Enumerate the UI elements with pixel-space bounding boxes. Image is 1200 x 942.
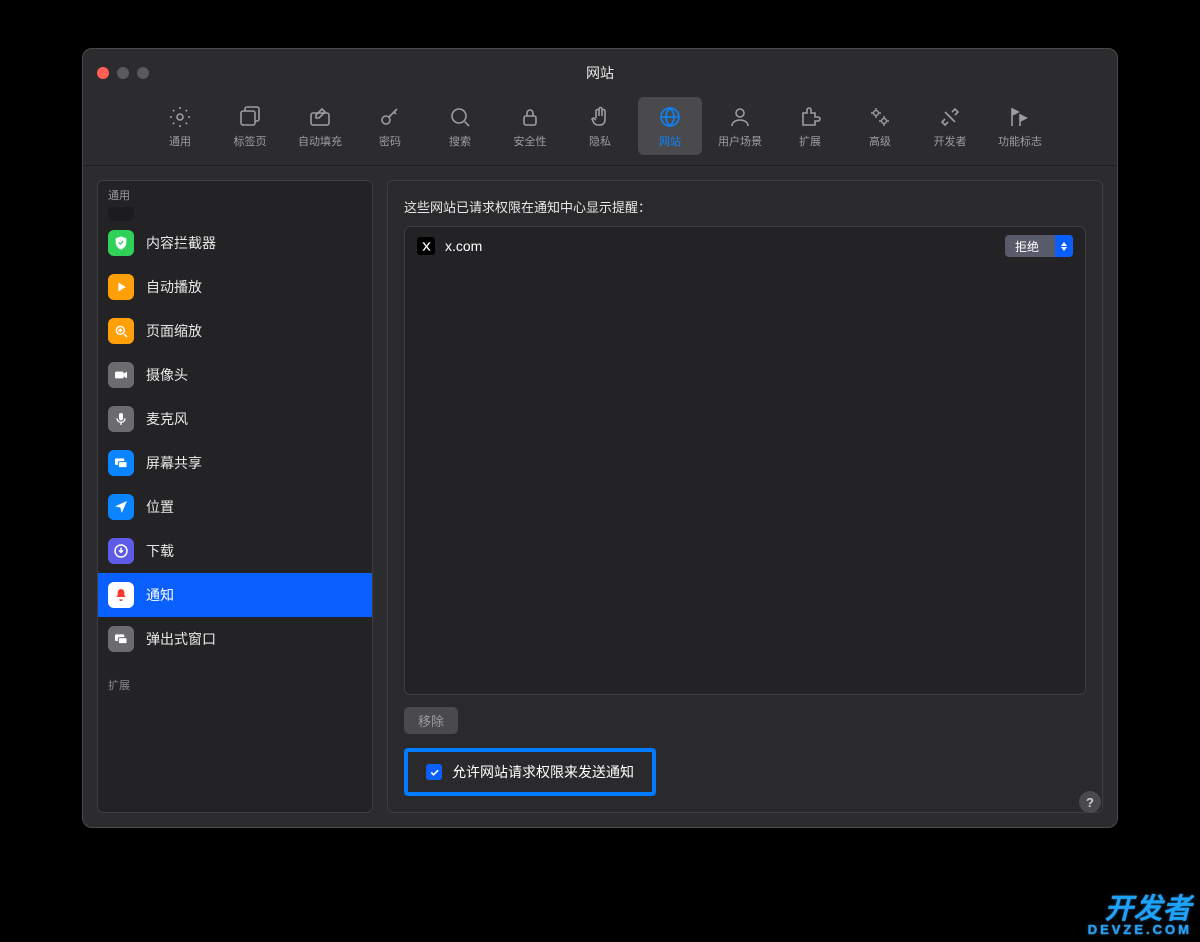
sidebar-item-autoplay[interactable]: 自动播放 (98, 265, 372, 309)
site-row[interactable]: x.com 拒绝 (405, 227, 1085, 265)
tab-label: 搜索 (449, 133, 471, 149)
sidebar-item-label: 摄像头 (146, 365, 188, 385)
tab-extensions[interactable]: 扩展 (778, 97, 842, 155)
hand-icon (588, 103, 612, 131)
tab-label: 功能标志 (998, 133, 1042, 149)
sidebar-item-truncated[interactable] (98, 207, 372, 221)
sidebar-section-general: 通用 (98, 181, 372, 207)
site-permission-value: 拒绝 (1005, 238, 1055, 255)
bell-icon (108, 582, 134, 608)
site-permission-select[interactable]: 拒绝 (1005, 235, 1073, 257)
toolbar: 通用 标签页 自动填充 密码 搜索 (83, 97, 1117, 166)
sidebar-item-label: 弹出式窗口 (146, 629, 216, 649)
sidebar-item-label: 页面缩放 (146, 321, 202, 341)
titlebar: 网站 (83, 49, 1117, 97)
tab-label: 高级 (869, 133, 891, 149)
window-body: 通用 内容拦截器 自动播放 (83, 166, 1117, 827)
download-icon (108, 538, 134, 564)
main-panel: 这些网站已请求权限在通知中心显示提醒： x.com 拒绝 移除 (387, 180, 1103, 813)
help-button[interactable]: ? (1079, 791, 1101, 813)
tab-developer[interactable]: 开发者 (918, 97, 982, 155)
camera-icon (108, 362, 134, 388)
site-domain: x.com (445, 238, 995, 254)
sidebar-item-popup-windows[interactable]: 弹出式窗口 (98, 617, 372, 661)
globe-icon (658, 103, 682, 131)
sidebar-section-extensions: 扩展 (98, 661, 372, 699)
tab-profiles[interactable]: 用户场景 (708, 97, 772, 155)
window-title: 网站 (83, 63, 1117, 83)
tab-label: 自动填充 (298, 133, 342, 149)
tab-search[interactable]: 搜索 (428, 97, 492, 155)
sidebar-item-label: 位置 (146, 497, 174, 517)
watermark-line1: 开发者 (1105, 893, 1192, 924)
sidebar-item-label: 通知 (146, 585, 174, 605)
screen-share-icon (108, 450, 134, 476)
tab-label: 用户场景 (718, 133, 762, 149)
tab-label: 安全性 (514, 133, 547, 149)
tab-security[interactable]: 安全性 (498, 97, 562, 155)
checkbox-checked-icon[interactable] (426, 764, 442, 780)
wrench-icon (938, 103, 962, 131)
tab-general[interactable]: 通用 (148, 97, 212, 155)
main-description: 这些网站已请求权限在通知中心显示提醒： (404, 197, 1086, 216)
sidebar-list[interactable]: 内容拦截器 自动播放 页面缩放 (98, 207, 372, 812)
key-icon (378, 103, 402, 131)
location-icon (108, 494, 134, 520)
tab-label: 密码 (379, 133, 401, 149)
sidebar-item-camera[interactable]: 摄像头 (98, 353, 372, 397)
remove-button[interactable]: 移除 (404, 707, 458, 734)
play-icon (108, 274, 134, 300)
watermark: 开发者 DEVZE.COM (1088, 895, 1192, 936)
tab-flags[interactable]: 功能标志 (988, 97, 1052, 155)
mic-icon (108, 406, 134, 432)
tab-label: 隐私 (589, 133, 611, 149)
sidebar-item-downloads[interactable]: 下载 (98, 529, 372, 573)
zoom-icon (108, 318, 134, 344)
window-icon (108, 626, 134, 652)
gear-icon (168, 103, 192, 131)
sidebar-item-screen-sharing[interactable]: 屏幕共享 (98, 441, 372, 485)
flags-icon (1008, 103, 1032, 131)
sidebar-item-content-blockers[interactable]: 内容拦截器 (98, 221, 372, 265)
preferences-window: 网站 通用 标签页 自动填充 密码 (82, 48, 1118, 828)
tab-label: 通用 (169, 133, 191, 149)
x-icon (417, 237, 435, 255)
truncated-icon (108, 207, 134, 221)
tab-privacy[interactable]: 隐私 (568, 97, 632, 155)
sidebar-item-microphone[interactable]: 麦克风 (98, 397, 372, 441)
sidebar-item-label: 下载 (146, 541, 174, 561)
watermark-line2: DEVZE.COM (1088, 923, 1192, 936)
sidebar-item-label: 内容拦截器 (146, 233, 216, 253)
lock-icon (518, 103, 542, 131)
tab-websites[interactable]: 网站 (638, 97, 702, 155)
search-icon (448, 103, 472, 131)
site-list[interactable]: x.com 拒绝 (404, 226, 1086, 695)
tab-advanced[interactable]: 高级 (848, 97, 912, 155)
gears-icon (868, 103, 892, 131)
tab-label: 开发者 (934, 133, 967, 149)
tab-label: 扩展 (799, 133, 821, 149)
tabs-icon (238, 103, 262, 131)
sidebar: 通用 内容拦截器 自动播放 (97, 180, 373, 813)
sidebar-item-label: 自动播放 (146, 277, 202, 297)
chevron-up-down-icon (1055, 235, 1073, 257)
puzzle-icon (798, 103, 822, 131)
sidebar-item-location[interactable]: 位置 (98, 485, 372, 529)
pencil-box-icon (308, 103, 332, 131)
tab-label: 网站 (659, 133, 681, 149)
tab-tabs[interactable]: 标签页 (218, 97, 282, 155)
person-icon (728, 103, 752, 131)
allow-websites-label: 允许网站请求权限来发送通知 (452, 762, 634, 782)
sidebar-item-page-zoom[interactable]: 页面缩放 (98, 309, 372, 353)
tab-label: 标签页 (234, 133, 267, 149)
sidebar-item-notifications[interactable]: 通知 (98, 573, 372, 617)
shield-check-icon (108, 230, 134, 256)
tab-autofill[interactable]: 自动填充 (288, 97, 352, 155)
sidebar-item-label: 麦克风 (146, 409, 188, 429)
tab-passwords[interactable]: 密码 (358, 97, 422, 155)
allow-websites-checkbox-row[interactable]: 允许网站请求权限来发送通知 (404, 748, 656, 796)
sidebar-item-label: 屏幕共享 (146, 453, 202, 473)
